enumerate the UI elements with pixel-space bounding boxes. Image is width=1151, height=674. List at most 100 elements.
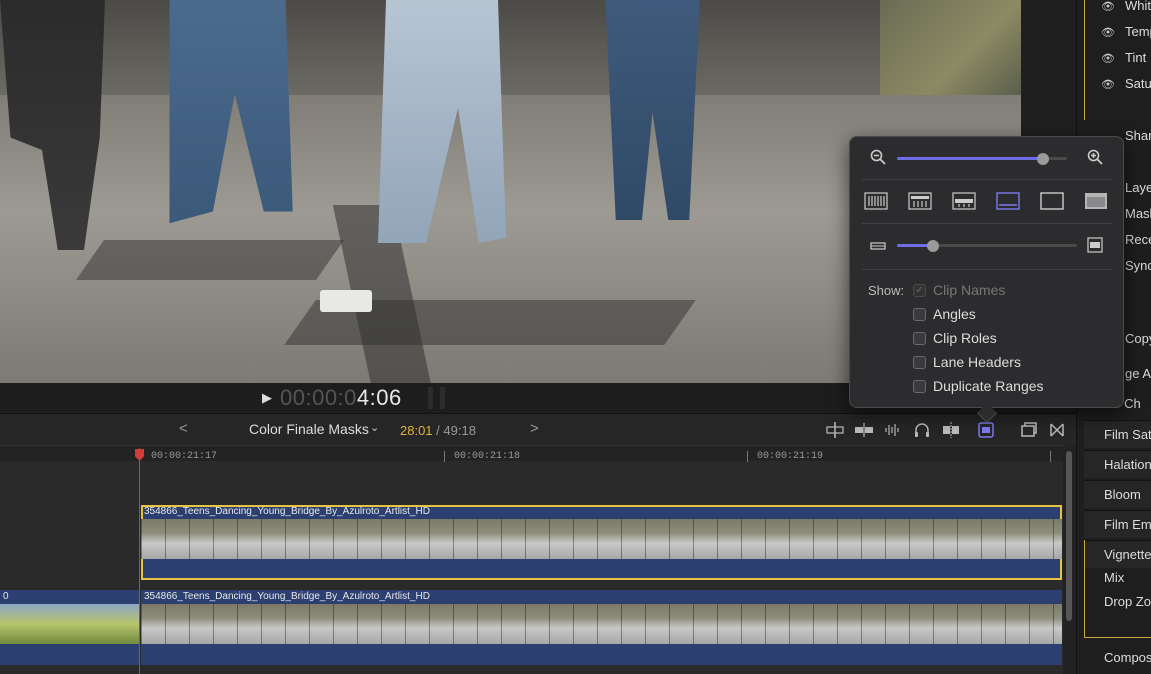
inspector-row[interactable]: Whit — [1125, 0, 1151, 13]
viewer-graffiti — [880, 0, 1021, 95]
clip-name-only-icon[interactable] — [1084, 191, 1108, 211]
eye-icon[interactable]: 👁 — [1101, 78, 1115, 91]
inspector-row[interactable]: Mix — [1104, 570, 1124, 585]
eye-icon[interactable]: 👁 — [1101, 26, 1115, 39]
inspector-section[interactable]: Film Emu — [1084, 510, 1151, 538]
popover-divider — [862, 179, 1112, 180]
inspector-section[interactable]: Bloom — [1084, 480, 1151, 508]
option-duplicate-ranges[interactable]: Duplicate Ranges — [913, 377, 1044, 395]
inspector-section[interactable]: Film Satu — [1084, 420, 1151, 448]
clip-filmstrip-only-icon[interactable] — [1040, 191, 1064, 211]
split-icon[interactable] — [853, 420, 875, 440]
inspector-row[interactable]: Temp — [1125, 24, 1151, 39]
skimming-icon[interactable] — [824, 420, 846, 440]
timeline-clip[interactable]: 354866_Teens_Dancing_Young_Bridge_By_Azu… — [141, 590, 1062, 665]
inspector-row[interactable]: Satu — [1125, 76, 1151, 91]
clip-appearance-icon[interactable] — [975, 420, 997, 440]
playhead[interactable] — [139, 448, 140, 674]
zoom-out-icon[interactable] — [870, 149, 886, 170]
option-label: Lane Headers — [933, 354, 1021, 370]
zoom-slider-knob[interactable] — [1037, 153, 1050, 165]
show-label: Show: — [868, 283, 905, 298]
clip-appearance-popover: Show: ✓ Clip Names Angles Clip Roles Lan… — [849, 136, 1124, 423]
inspector-row[interactable]: Shar — [1125, 128, 1151, 143]
timecode-dim: 00:00:0 — [280, 385, 357, 410]
dancer-legs — [605, 0, 700, 220]
option-label: Angles — [933, 306, 976, 322]
dancer-legs — [169, 0, 293, 224]
clip-title: 0 — [3, 591, 9, 602]
audio-meter-right — [440, 387, 445, 409]
timeline-clip-previous[interactable]: 0 — [0, 590, 140, 665]
clip-title: 354866_Teens_Dancing_Young_Bridge_By_Azu… — [144, 591, 430, 602]
inspector-row[interactable]: ge Ar — [1125, 366, 1151, 381]
clip-equal-icon[interactable] — [952, 191, 976, 211]
option-clip-roles[interactable]: Clip Roles — [913, 329, 997, 347]
inspector-row[interactable]: Copy — [1125, 331, 1151, 346]
option-label: Clip Names — [933, 282, 1006, 298]
eye-icon[interactable]: 👁 — [1101, 0, 1115, 13]
clip-large-waveform-icon[interactable] — [908, 191, 932, 211]
timeline-ruler[interactable]: 00:00:21:17 00:00:21:18 00:00:21:19 — [0, 445, 1063, 462]
checkbox[interactable] — [913, 355, 926, 369]
clip-height-large-icon[interactable] — [1087, 237, 1103, 258]
inspector-group-box — [1084, 540, 1151, 638]
option-label: Clip Roles — [933, 330, 997, 346]
viewer-shadow — [75, 240, 345, 280]
clip-waveform-only-icon[interactable] — [864, 191, 888, 211]
clip-title: 354866_Teens_Dancing_Young_Bridge_By_Azu… — [144, 506, 430, 517]
duration-current: 28:01 — [400, 423, 433, 438]
final-cut-window: ▶ 00:00:04:06 < Color Finale Masks ⌄ 28:… — [0, 0, 1151, 674]
dancer-legs — [0, 0, 105, 250]
timecode-display[interactable]: 00:00:04:06 — [280, 385, 402, 411]
duration-display: 28:01 / 49:18 — [400, 423, 476, 438]
snapping-icon[interactable] — [940, 420, 962, 440]
checkbox[interactable] — [913, 331, 926, 345]
viewer-wall — [0, 0, 1021, 95]
option-angles[interactable]: Angles — [913, 305, 976, 323]
clip-height-slider-knob[interactable] — [927, 240, 939, 252]
clip-large-filmstrip-icon[interactable] — [996, 191, 1020, 211]
inspector-row[interactable]: Rece — [1125, 232, 1151, 247]
checkbox[interactable] — [913, 379, 926, 393]
option-clip-names: ✓ Clip Names — [913, 281, 1005, 299]
inspector-row[interactable]: Tint — [1125, 50, 1146, 65]
inspector-row[interactable]: Mask — [1125, 206, 1151, 221]
headphones-icon[interactable] — [911, 420, 933, 440]
play-icon[interactable]: ▶ — [262, 390, 276, 406]
popover-divider — [862, 223, 1112, 224]
window-icon[interactable] — [1018, 420, 1040, 440]
ruler-label: 00:00:21:17 — [151, 451, 218, 462]
ruler-tick — [1050, 451, 1051, 462]
timeline-clip-selected[interactable]: 354866_Teens_Dancing_Young_Bridge_By_Azu… — [141, 505, 1062, 580]
transitions-icon[interactable] — [1046, 420, 1068, 440]
duration-separator: / — [432, 423, 444, 438]
clip-height-small-icon[interactable] — [870, 239, 886, 257]
ruler-tick — [444, 451, 445, 462]
inspector-row[interactable]: Drop Zon — [1104, 594, 1151, 609]
timeline-toolbar: < Color Finale Masks ⌄ 28:01 / 49:18 > — [0, 413, 1076, 445]
eye-icon[interactable]: 👁 — [1101, 52, 1115, 65]
chevron-down-icon[interactable]: ⌄ — [370, 421, 379, 434]
timeline[interactable]: 00:00:21:17 00:00:21:18 00:00:21:19 3548… — [0, 445, 1076, 674]
zoom-in-icon[interactable] — [1087, 149, 1103, 170]
audio-skimming-icon[interactable] — [882, 420, 904, 440]
inspector-section[interactable]: Halation — [1084, 450, 1151, 478]
back-arrow-icon[interactable]: < — [179, 420, 188, 437]
inspector-row[interactable]: Composi — [1104, 650, 1151, 665]
timeline-scrollbar[interactable] — [1063, 445, 1076, 674]
ruler-tick — [747, 451, 748, 462]
timecode-bright: 4:06 — [356, 385, 402, 410]
clip-filmstrip — [141, 604, 1062, 644]
checkbox[interactable] — [913, 307, 926, 321]
audio-meter-left — [428, 387, 433, 409]
scrollbar-thumb[interactable] — [1066, 451, 1072, 621]
option-lane-headers[interactable]: Lane Headers — [913, 353, 1021, 371]
project-name[interactable]: Color Finale Masks — [249, 421, 369, 437]
inspector-row[interactable]: Sync — [1125, 258, 1151, 273]
ruler-label: 00:00:21:19 — [757, 451, 824, 462]
duration-total: 49:18 — [443, 423, 476, 438]
inspector-row[interactable]: Laye — [1125, 180, 1151, 195]
forward-arrow-icon[interactable]: > — [530, 420, 539, 437]
clip-filmstrip — [0, 604, 140, 644]
